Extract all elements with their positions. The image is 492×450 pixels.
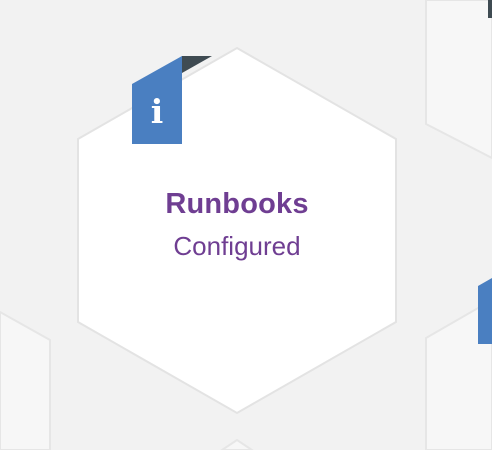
neighbor-tile-bottom-center[interactable] — [220, 438, 254, 450]
neighbor-info-badge[interactable] — [478, 278, 492, 344]
info-badge[interactable]: i — [132, 56, 212, 144]
hex-grid-background — [0, 0, 492, 450]
tile-status: Configured — [173, 231, 301, 261]
neighbor-tile-top-right[interactable] — [425, 0, 492, 160]
tile-title: Runbooks — [165, 188, 309, 220]
hex-grid-canvas: i Runbooks Configured — [0, 0, 492, 450]
info-icon: i — [150, 92, 164, 131]
neighbor-badge-fold-top — [488, 0, 492, 18]
neighbor-tile-bottom-left[interactable] — [0, 310, 51, 450]
